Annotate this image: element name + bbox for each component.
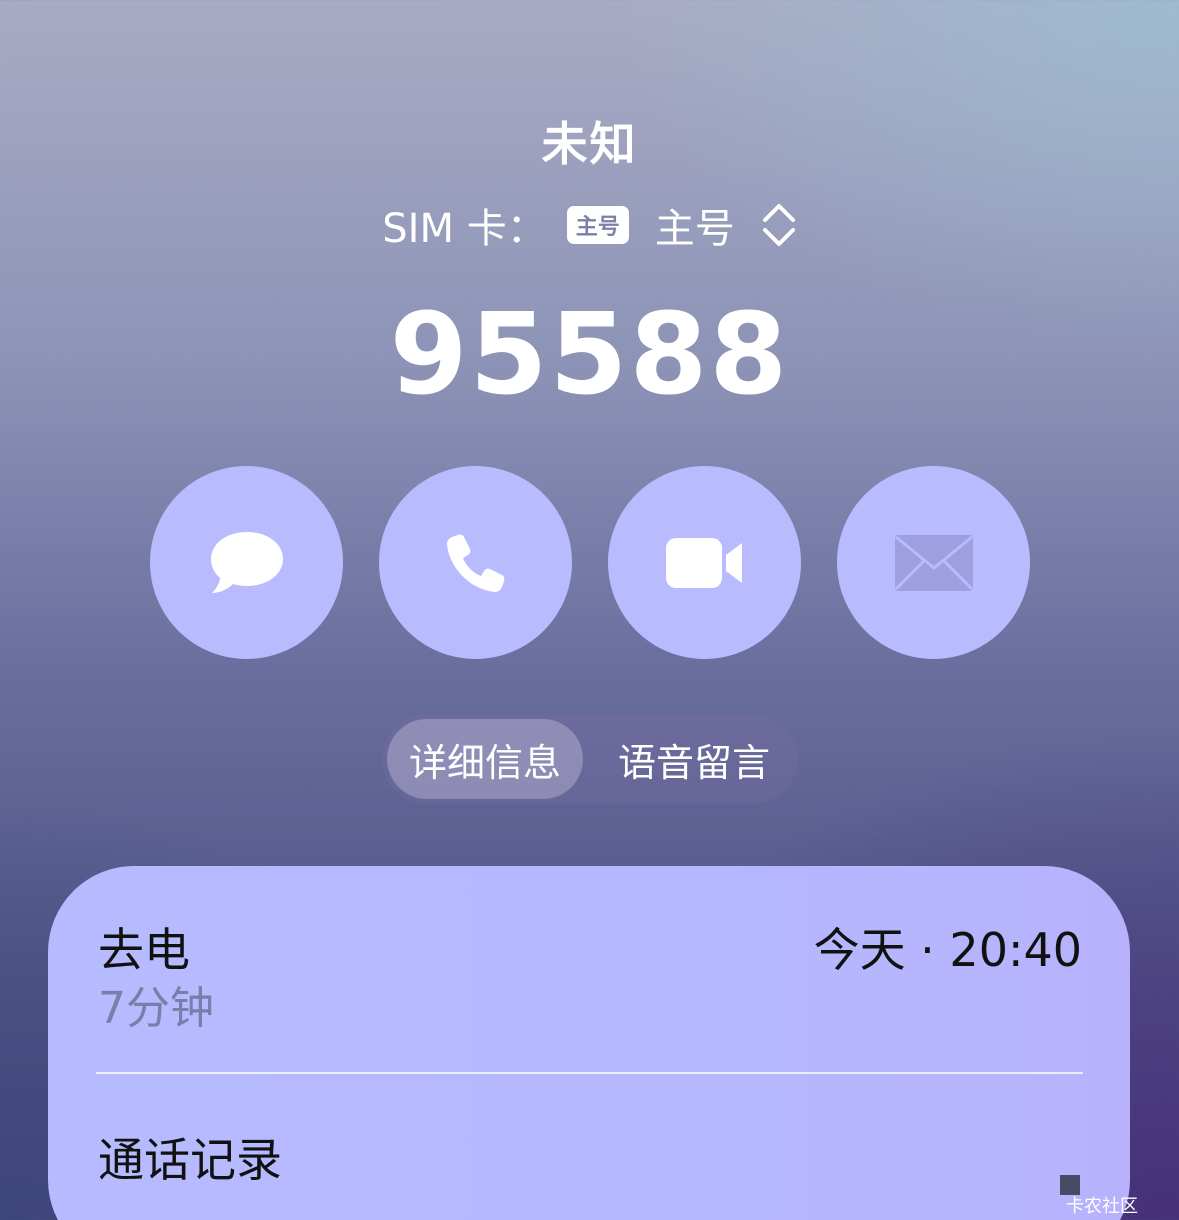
sim-badge: 主号 (566, 206, 629, 244)
mail-button[interactable] (837, 466, 1030, 659)
video-call-button[interactable] (608, 466, 801, 659)
watermark-text: 卡农社区 (1066, 1196, 1138, 1217)
call-history-link[interactable]: 通话记录 (98, 1124, 282, 1190)
sim-selector[interactable]: SIM 卡： 主号 主号 (0, 196, 1179, 254)
call-button[interactable] (379, 466, 572, 659)
mail-icon (894, 534, 974, 592)
detail-tabs: 详细信息 语音留言 (382, 714, 798, 804)
call-details-card: 去电 7分钟 今天 · 20:40 通话记录 (48, 866, 1130, 1220)
tab-details[interactable]: 详细信息 (387, 719, 583, 799)
phone-icon (444, 531, 508, 595)
quick-actions (150, 466, 1030, 660)
caller-name: 未知 (541, 117, 638, 171)
call-duration: 7分钟 (98, 983, 214, 1034)
sim-name-label: 主号 (654, 206, 735, 252)
phone-number: 95588 (389, 290, 790, 420)
card-divider (96, 1072, 1083, 1074)
tab-voicemail[interactable]: 语音留言 (596, 719, 792, 799)
video-camera-icon (664, 535, 746, 591)
chevron-up-down-icon (761, 200, 797, 250)
message-button[interactable] (150, 466, 343, 659)
call-type-label: 去电 (98, 923, 190, 977)
message-bubble-icon (207, 528, 287, 598)
watermark: 卡农社区 (1060, 1166, 1138, 1218)
contact-detail-screen: 未知 SIM 卡： 主号 主号 95588 详细信息 语音留言 去电 7分钟 今… (0, 0, 1179, 1220)
sim-prefix-label: SIM 卡： (382, 206, 547, 252)
call-timestamp: 今天 · 20:40 (813, 923, 1082, 977)
